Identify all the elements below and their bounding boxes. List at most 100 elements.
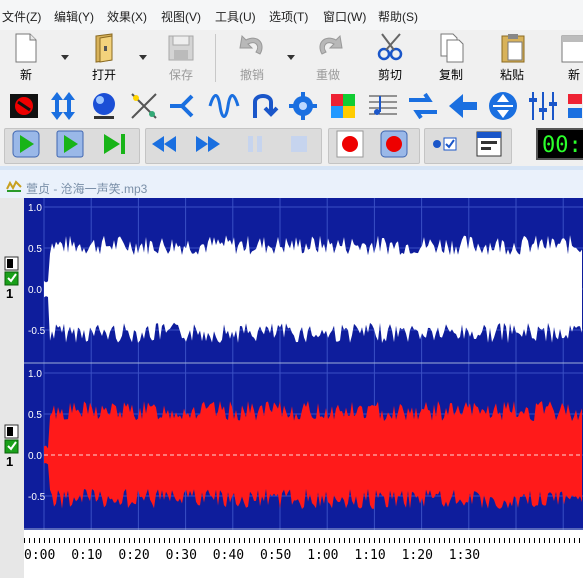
timeline-label: 0:20 [118,548,150,563]
new-file-icon [15,33,37,63]
plugin-puzzle-icon[interactable] [327,90,359,122]
scissors-icon [377,33,403,61]
swap-arrows-icon[interactable] [407,90,439,122]
save-label: 保存 [168,68,193,82]
record-icon[interactable] [336,130,364,158]
timeline-label: 0:00 [24,548,56,563]
redo-label: 重做 [315,68,340,82]
new-dropdown-icon[interactable] [60,52,70,62]
channel-1-number: 1 [6,286,14,301]
amplitude-label: 0.0 [28,451,42,462]
document-title-bar: 萱贞 - 沧海一声笑.mp3 [0,170,583,198]
new-window-label: 新 [567,68,580,82]
timeline-label: 1:20 [401,548,433,563]
new-window-icon [561,35,583,63]
save-disk-icon [168,35,194,61]
open-label: 打开 [91,68,116,82]
split-arrows-icon[interactable] [168,90,200,122]
menu-options[interactable]: 选项(T) [269,8,308,25]
toolbar-separator [215,34,216,82]
pause-icon[interactable] [241,130,269,158]
amplitude-label: 1.0 [28,203,42,214]
channel-1-toggle-icon[interactable] [4,256,19,286]
left-arrow-icon[interactable] [447,90,479,122]
channel-panel: 1 1 [0,198,34,578]
menu-bar: 文件(Z) 编辑(Y) 效果(X) 视图(V) 工具(U) 选项(T) 窗口(W… [0,0,583,31]
channel-mixer-icon[interactable] [566,90,583,122]
cut-button[interactable]: 剪切 [368,30,412,86]
timeline-label: 0:30 [165,548,197,563]
equalizer-sliders-icon[interactable] [527,90,559,122]
redo-button[interactable]: 重做 [306,30,350,86]
fast-forward-icon[interactable] [194,130,222,158]
amplitude-label: -0.5 [28,492,46,503]
timeline-label: 1:10 [354,548,386,563]
document-title: 萱贞 - 沧海一声笑.mp3 [26,182,148,196]
timeline-label: 0:50 [260,548,292,563]
record-loop-icon[interactable] [380,130,408,158]
undo-arrow-icon [239,34,263,55]
new-button[interactable]: 新 [4,30,48,86]
music-score-icon[interactable] [367,90,399,122]
amplitude-label: 1.0 [28,369,42,380]
monitor-check-icon[interactable] [430,130,458,158]
undo-button[interactable]: 撤销 [230,30,274,86]
normalize-sphere-icon[interactable] [88,90,120,122]
time-ruler[interactable]: 0:00 0:10 0:20 0:30 0:40 0:50 1:00 1:10 1:20 1:30 [24,530,583,578]
open-folder-icon [95,33,113,63]
menu-view[interactable]: 视图(V) [161,8,201,25]
sine-wave-icon[interactable] [208,90,240,122]
channel-2-toggle-icon[interactable] [4,424,19,454]
paste-button[interactable]: 粘贴 [490,30,534,86]
cross-fade-icon[interactable] [128,90,160,122]
timeline-label: 0:10 [71,548,103,563]
cut-label: 剪切 [377,68,402,82]
play-loop-icon[interactable] [12,130,40,158]
menu-file[interactable]: 文件(Z) [2,8,41,25]
amplitude-label: 0.5 [28,410,42,421]
redo-arrow-icon [319,34,343,55]
copy-pages-icon [440,33,464,63]
reverse-arrow-icon[interactable] [247,90,279,122]
open-button[interactable]: 打开 [82,30,126,86]
timeline-label: 1:00 [307,548,339,563]
amplitude-label: 0.0 [28,285,42,296]
play-selection-icon[interactable] [56,130,84,158]
menu-effects[interactable]: 效果(X) [107,8,147,25]
open-dropdown-icon[interactable] [138,52,148,62]
timeline-label: 0:40 [212,548,245,563]
new-window-button[interactable]: 新 [552,30,583,86]
save-button[interactable]: 保存 [159,30,203,86]
menu-help[interactable]: 帮助(S) [378,8,418,25]
main-toolbar: 新 打开 保存 撤销 重做 剪切 复制 粘贴 新 [0,30,583,86]
mixer-window-icon[interactable] [475,130,503,158]
menu-window[interactable]: 窗口(W) [323,8,366,25]
ruler-tick-bar [24,538,583,543]
play-to-end-icon[interactable] [100,130,128,158]
waveform-view[interactable]: 1.0 0.5 0.0 -0.5 1.0 0.5 0.0 -0.5 [24,198,583,530]
undo-label: 撤销 [239,68,264,82]
waveform-doc-icon [6,180,22,192]
vertical-compress-icon[interactable] [487,90,519,122]
transport-toolbar [0,126,583,166]
undo-dropdown-icon[interactable] [286,52,296,62]
stop-sign-icon[interactable] [8,90,40,122]
amplitude-label: 0.5 [28,244,42,255]
channel-2-number: 1 [6,454,14,469]
rewind-icon[interactable] [150,130,178,158]
gear-icon[interactable] [287,90,319,122]
stop-icon[interactable] [285,130,313,158]
timeline-label: 1:30 [448,548,481,563]
menu-tools[interactable]: 工具(U) [215,8,256,25]
paste-clipboard-icon [501,34,525,63]
copy-button[interactable]: 复制 [429,30,473,86]
amplitude-label: -0.5 [28,326,46,337]
time-display: 00:0 [536,128,583,160]
menu-edit[interactable]: 编辑(Y) [54,8,94,25]
copy-label: 复制 [438,68,463,82]
paste-label: 粘贴 [499,68,524,82]
amplify-arrows-icon[interactable] [47,90,79,122]
channel-2-controls: 1 [4,424,19,469]
effects-toolbar [0,86,583,126]
channel-1-controls: 1 [4,256,19,301]
